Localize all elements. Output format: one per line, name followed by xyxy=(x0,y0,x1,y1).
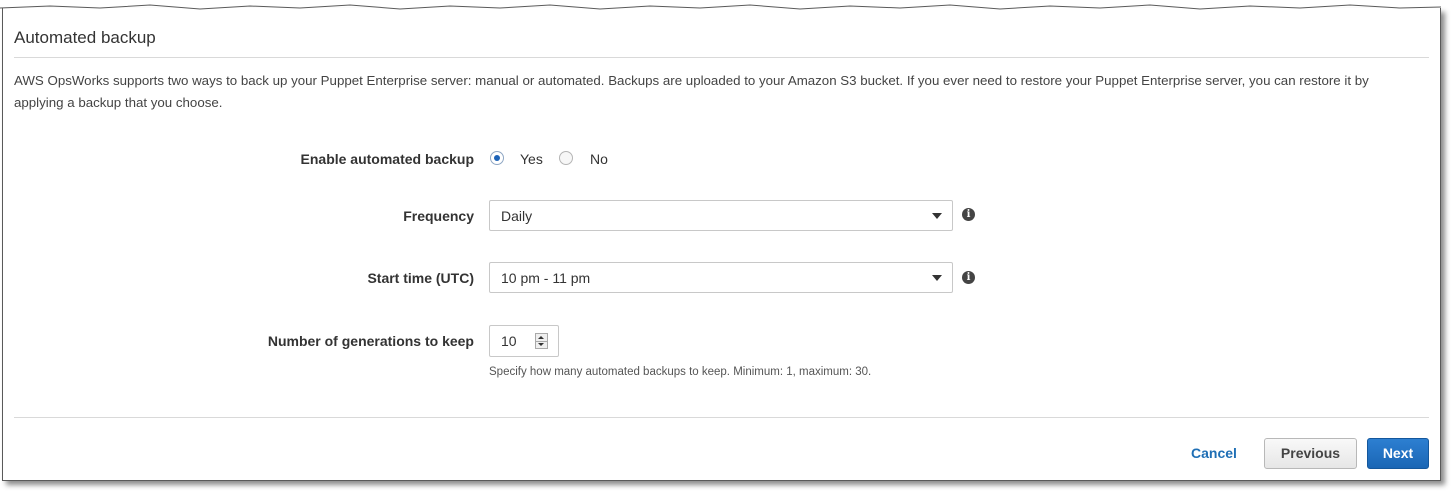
cancel-link[interactable]: Cancel xyxy=(1191,445,1237,461)
section-description: AWS OpsWorks supports two ways to back u… xyxy=(14,73,1369,110)
radio-yes-label[interactable]: Yes xyxy=(520,151,543,167)
generations-help-text: Specify how many automated backups to ke… xyxy=(489,366,872,378)
section-title: Automated backup xyxy=(14,28,156,47)
frequency-select[interactable]: Daily xyxy=(489,200,953,231)
start-time-value: 10 pm - 11 pm xyxy=(501,270,591,286)
torn-edge-decoration xyxy=(0,0,1454,10)
info-icon[interactable]: i xyxy=(962,271,975,284)
chevron-down-icon xyxy=(932,213,942,219)
generations-stepper[interactable]: 10 xyxy=(489,325,559,357)
start-time-label: Start time (UTC) xyxy=(367,270,474,286)
generations-value: 10 xyxy=(501,333,517,349)
radio-no[interactable] xyxy=(559,151,573,165)
info-icon[interactable]: i xyxy=(962,208,975,221)
radio-no-label[interactable]: No xyxy=(590,151,608,167)
enable-backup-label: Enable automated backup xyxy=(300,151,474,167)
footer-divider xyxy=(14,417,1429,418)
start-time-select[interactable]: 10 pm - 11 pm xyxy=(489,262,953,293)
title-divider xyxy=(14,57,1429,58)
next-button[interactable]: Next xyxy=(1367,438,1429,469)
generations-label: Number of generations to keep xyxy=(267,333,474,349)
spin-buttons[interactable] xyxy=(535,333,548,349)
previous-button[interactable]: Previous xyxy=(1264,438,1357,469)
frequency-label: Frequency xyxy=(403,208,474,224)
radio-yes[interactable] xyxy=(490,151,504,165)
frequency-value: Daily xyxy=(501,208,533,224)
chevron-down-icon xyxy=(932,275,942,281)
spin-down-icon[interactable] xyxy=(536,341,547,348)
